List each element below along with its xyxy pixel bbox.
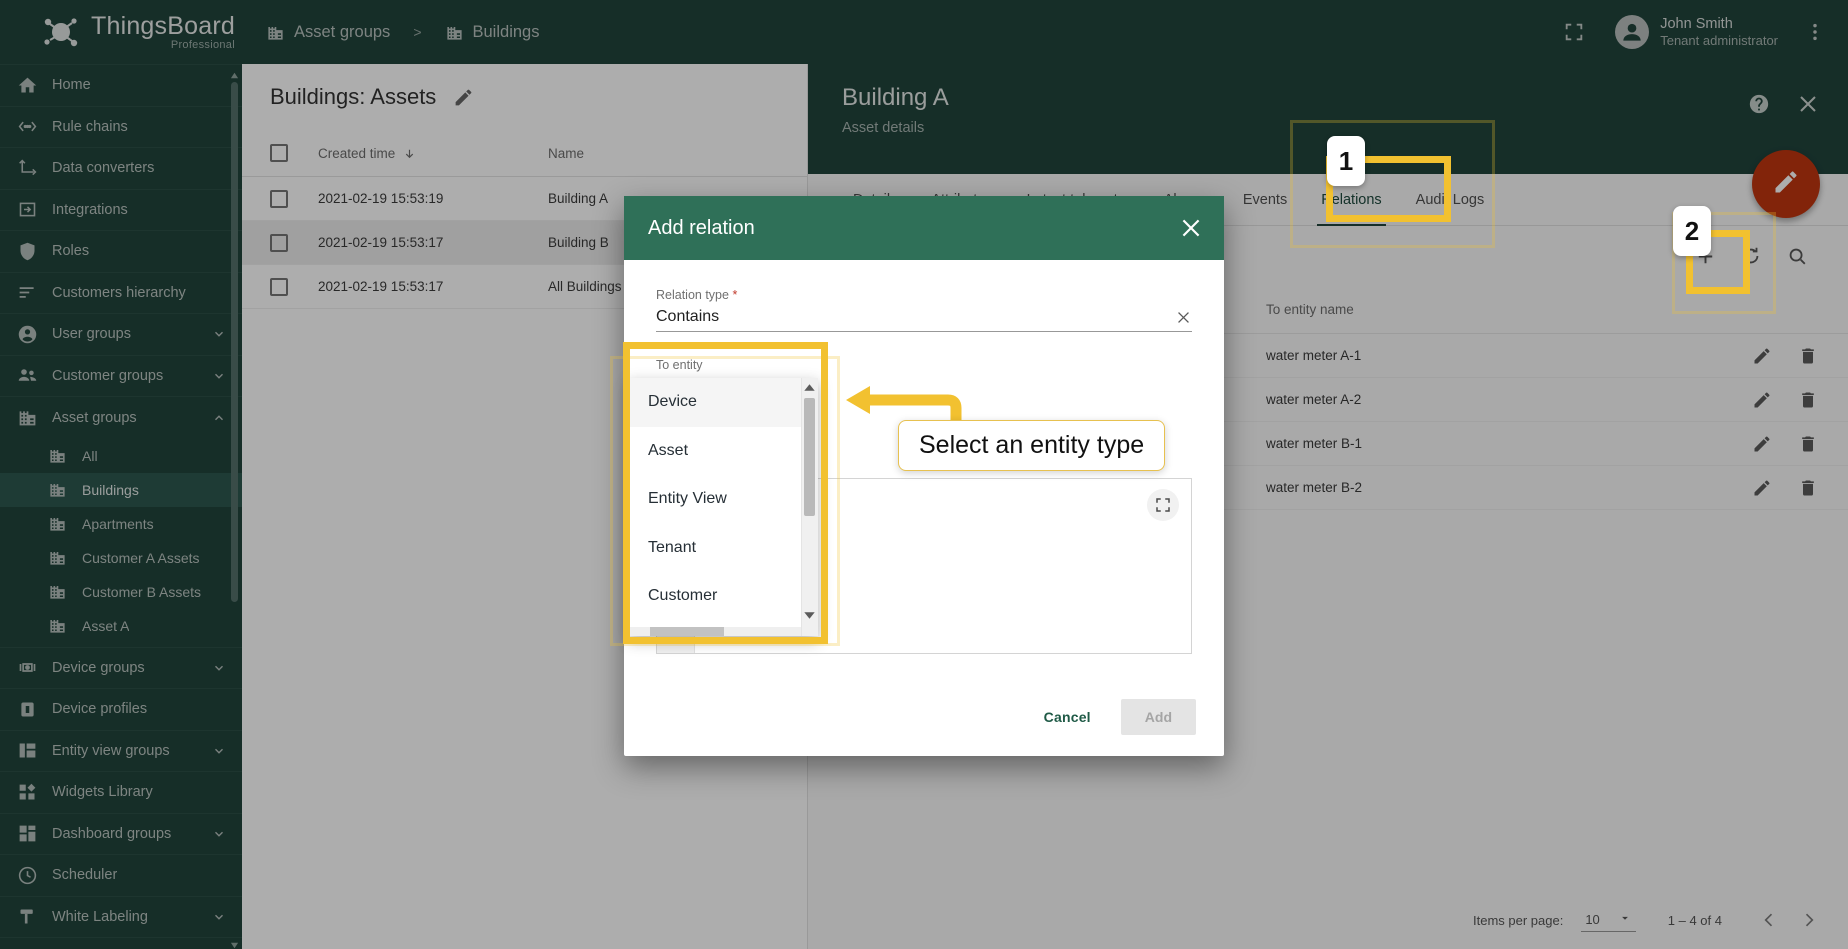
relation-type-label: Relation type	[656, 288, 729, 302]
relation-type-value: Contains	[656, 308, 720, 325]
add-button: Add	[1120, 699, 1196, 735]
dropdown-hscroll-thumb[interactable]	[650, 627, 724, 636]
dropdown-scroll-thumb[interactable]	[804, 398, 815, 516]
dropdown-option-customer[interactable]: Customer	[628, 572, 818, 621]
caret-down-icon[interactable]	[803, 609, 816, 622]
to-entity-caption: To entity	[656, 358, 1192, 372]
annotation-step-2: 2	[1673, 206, 1711, 256]
entity-type-dropdown[interactable]: Device Asset Entity View Tenant Customer	[628, 378, 818, 636]
dropdown-horizontal-scrollbar[interactable]	[628, 627, 801, 636]
relation-type-caption: Relation type *	[656, 288, 1192, 302]
required-mark: *	[732, 288, 738, 302]
cancel-button[interactable]: Cancel	[1028, 699, 1107, 735]
close-icon[interactable]	[1175, 309, 1192, 326]
annotation-step-1: 1	[1327, 136, 1365, 186]
thingsboard-app: ThingsBoard Professional Home Rule chain…	[0, 0, 1848, 949]
dropdown-option-entity-view[interactable]: Entity View	[628, 475, 818, 524]
dialog-title: Add relation	[648, 216, 755, 239]
chevron-down-icon[interactable]	[1182, 383, 1192, 389]
dropdown-scrollbar[interactable]	[801, 378, 818, 636]
dropdown-option-asset[interactable]: Asset	[628, 427, 818, 476]
relation-type-field[interactable]: Relation type * Contains	[656, 288, 1192, 332]
dialog-header: Add relation	[624, 196, 1224, 260]
close-icon[interactable]	[1178, 215, 1204, 241]
caret-up-icon[interactable]	[803, 381, 816, 394]
dialog-footer: Cancel Add	[624, 678, 1224, 756]
dropdown-option-tenant[interactable]: Tenant	[628, 524, 818, 573]
close-icon[interactable]	[1165, 378, 1182, 395]
dropdown-option-device[interactable]: Device	[628, 378, 818, 427]
to-entity-label: To entity	[656, 358, 703, 372]
annotation-callout: Select an entity type	[898, 420, 1166, 471]
fullscreen-icon[interactable]	[1147, 489, 1179, 521]
